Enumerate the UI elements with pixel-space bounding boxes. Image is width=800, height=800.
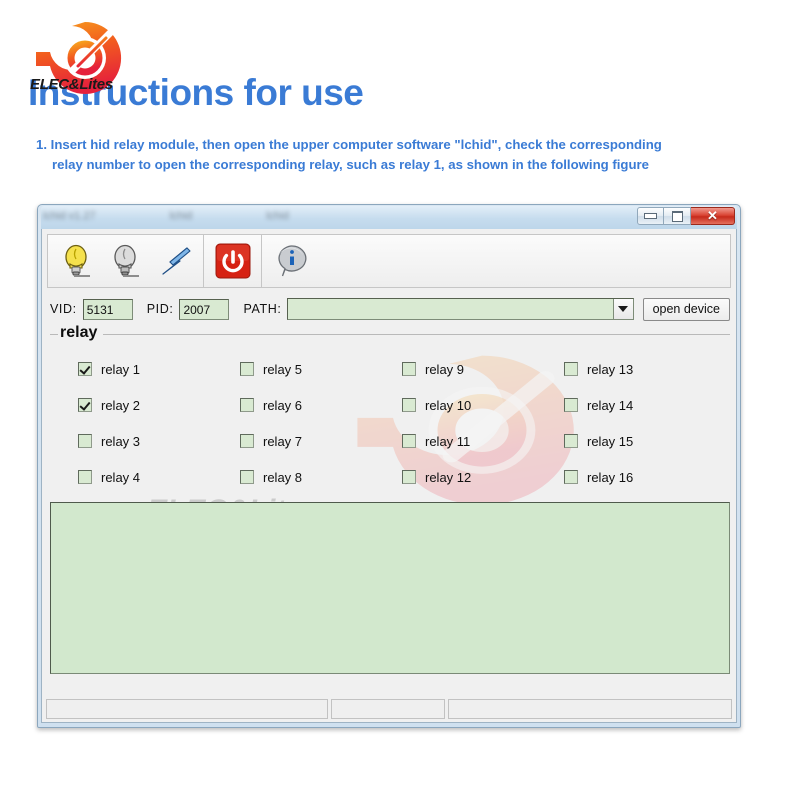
relay-checkbox-grid: relay 1 relay 5 relay 9 relay 13 relay 2 rela…: [50, 351, 730, 495]
power-button-icon[interactable]: [208, 237, 257, 285]
status-panel-3: [448, 699, 732, 719]
relay-checkbox-item[interactable]: relay 9: [402, 351, 564, 387]
relay-checkbox-item[interactable]: relay 14: [564, 387, 726, 423]
checkbox-unchecked-icon[interactable]: [564, 362, 578, 376]
relay-checkbox-item[interactable]: relay 5: [240, 351, 402, 387]
brand-wordmark: ELEC&Lites: [30, 76, 113, 93]
checkbox-unchecked-icon[interactable]: [564, 470, 578, 484]
checkbox-unchecked-icon[interactable]: [402, 362, 416, 376]
relay-checkbox-item[interactable]: relay 7: [240, 423, 402, 459]
instructions-block: 1. Insert hid relay module, then open th…: [36, 135, 764, 175]
vid-input[interactable]: 5131: [82, 298, 133, 320]
checkbox-unchecked-icon[interactable]: [240, 362, 254, 376]
minimize-button[interactable]: [637, 207, 664, 225]
relay-checkbox-label: relay 15: [587, 433, 634, 449]
relay-checkbox-label: relay 7: [263, 433, 303, 449]
toolbar-group-lights: [47, 234, 204, 288]
checkbox-unchecked-icon[interactable]: [564, 398, 578, 412]
vid-label: VID:: [50, 302, 77, 316]
relay-checkbox-label: relay 8: [263, 469, 303, 485]
relay-groupbox-legend: relay: [58, 324, 104, 342]
relay-checkbox-item[interactable]: relay 10: [402, 387, 564, 423]
pid-input[interactable]: 2007: [179, 298, 230, 320]
info-bubble-icon[interactable]: [266, 237, 315, 285]
status-panel-1: [46, 699, 328, 719]
checkbox-unchecked-icon[interactable]: [402, 434, 416, 448]
path-input[interactable]: [288, 299, 612, 319]
relay-checkbox-item[interactable]: relay 11: [402, 423, 564, 459]
instruction-line-1: 1. Insert hid relay module, then open th…: [36, 137, 662, 152]
relay-checkbox-item[interactable]: relay 1: [78, 351, 240, 387]
close-button[interactable]: ✕: [691, 207, 735, 225]
relay-checkbox-item[interactable]: relay 3: [78, 423, 240, 459]
toolbar-group-info: [262, 234, 731, 288]
maximize-button[interactable]: [664, 207, 691, 225]
relay-checkbox-label: relay 11: [425, 433, 471, 449]
path-combobox[interactable]: [287, 298, 634, 320]
toolbar-group-power: [204, 234, 262, 288]
chevron-down-icon[interactable]: [612, 299, 633, 319]
relay-groupbox: relay relay 1 relay 5 relay 9 relay 13 relay…: [50, 324, 730, 495]
relay-checkbox-label: relay 16: [587, 469, 634, 485]
checkbox-checked-icon[interactable]: [78, 362, 92, 376]
log-output-area[interactable]: [50, 502, 730, 674]
relay-checkbox-label: relay 1: [101, 361, 141, 377]
main-toolbar: [47, 234, 731, 288]
relay-checkbox-label: relay 5: [263, 361, 303, 377]
relay-checkbox-label: relay 3: [101, 433, 141, 449]
relay-checkbox-label: relay 10: [425, 397, 472, 413]
maximize-icon: [671, 210, 683, 222]
relay-checkbox-label: relay 2: [101, 397, 141, 413]
relay-checkbox-item[interactable]: relay 2: [78, 387, 240, 423]
relay-checkbox-item[interactable]: relay 13: [564, 351, 726, 387]
pid-label: PID:: [146, 302, 174, 316]
device-row: VID: 5131 PID: 2007 PATH: open device: [50, 296, 730, 322]
relay-checkbox-label: relay 4: [101, 469, 141, 485]
status-panel-2: [331, 699, 445, 719]
lightbulb-on-icon[interactable]: [52, 237, 101, 285]
relay-checkbox-label: relay 9: [425, 361, 465, 377]
checkbox-unchecked-icon[interactable]: [402, 398, 416, 412]
lightbulb-off-icon[interactable]: [101, 237, 150, 285]
minimize-icon: [644, 213, 657, 219]
instruction-line-2: relay number to open the corresponding r…: [52, 157, 649, 172]
window-controls: ✕: [637, 207, 735, 225]
window-client-area: ELEC&Lites: [41, 229, 737, 723]
relay-checkbox-label: relay 12: [425, 469, 472, 485]
relay-checkbox-label: relay 13: [587, 361, 634, 377]
checkbox-unchecked-icon[interactable]: [78, 434, 92, 448]
checkbox-unchecked-icon[interactable]: [402, 470, 416, 484]
relay-checkbox-item[interactable]: relay 12: [402, 459, 564, 495]
open-device-button[interactable]: open device: [642, 297, 730, 321]
relay-checkbox-label: relay 14: [587, 397, 634, 413]
path-label: PATH:: [243, 302, 282, 316]
relay-checkbox-item[interactable]: relay 8: [240, 459, 402, 495]
window-title-bar[interactable]: lchid v1.27 lchid lchid ✕: [41, 206, 737, 229]
checkbox-unchecked-icon[interactable]: [78, 470, 92, 484]
checkbox-unchecked-icon[interactable]: [240, 434, 254, 448]
checkbox-unchecked-icon[interactable]: [240, 470, 254, 484]
relay-checkbox-label: relay 6: [263, 397, 303, 413]
lchid-app-window: lchid v1.27 lchid lchid ✕ VID: 5131 PID:…: [37, 204, 741, 728]
status-bar: [46, 699, 732, 719]
checkbox-unchecked-icon[interactable]: [240, 398, 254, 412]
relay-checkbox-item[interactable]: relay 16: [564, 459, 726, 495]
checkbox-checked-icon[interactable]: [78, 398, 92, 412]
relay-checkbox-item[interactable]: relay 15: [564, 423, 726, 459]
blue-flash-icon[interactable]: [150, 237, 199, 285]
window-title-text: lchid v1.27 lchid lchid: [43, 210, 289, 222]
relay-checkbox-item[interactable]: relay 6: [240, 387, 402, 423]
relay-checkbox-item[interactable]: relay 4: [78, 459, 240, 495]
checkbox-unchecked-icon[interactable]: [564, 434, 578, 448]
